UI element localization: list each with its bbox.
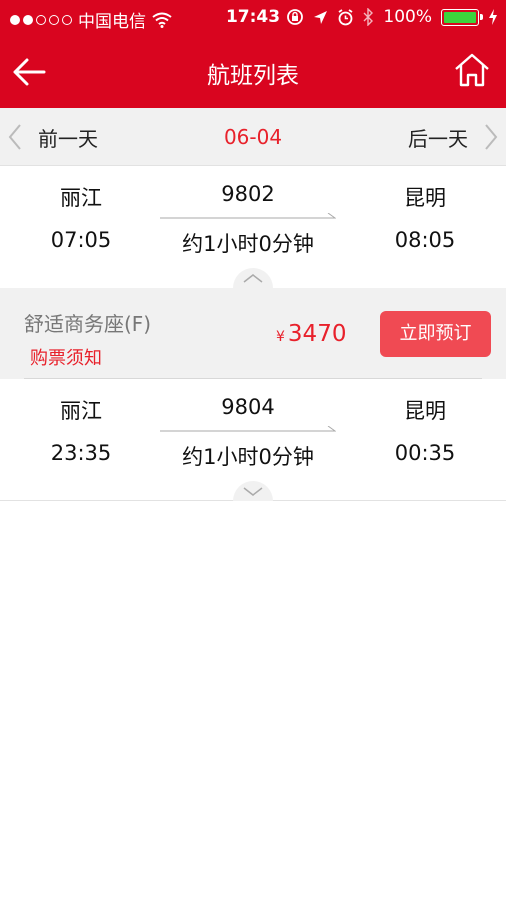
bluetooth-icon <box>363 8 374 26</box>
location-icon <box>314 10 328 24</box>
status-right: 100% <box>286 7 498 27</box>
departure-time: 07:05 <box>50 228 112 252</box>
flight-number: 9802 <box>221 182 275 206</box>
flight-arrow-icon <box>160 213 336 219</box>
ticket-notice-link[interactable]: 购票须知 <box>30 344 102 370</box>
home-button[interactable] <box>454 52 494 90</box>
currency-symbol: ¥ <box>276 329 285 345</box>
alarm-icon <box>338 8 353 25</box>
departure-time: 23:35 <box>50 441 112 465</box>
nav-bar: 航班列表 <box>0 36 506 108</box>
chevron-up-icon <box>243 274 263 283</box>
flight-row[interactable]: 丽江 9802 昆明 07:05 约1小时0分钟 08:05 <box>0 166 506 288</box>
chevron-down-icon <box>243 487 263 496</box>
battery-percent: 100% <box>383 7 432 27</box>
status-bar: 中国电信 17:43 100% <box>0 0 506 36</box>
date-selector: 前一天 06-04 后一天 <box>0 108 506 166</box>
page-title: 航班列表 <box>207 63 299 89</box>
flight-arrow-icon <box>160 426 336 432</box>
flight-duration: 约1小时0分钟 <box>182 445 314 469</box>
next-day-button[interactable]: 后一天 <box>408 108 498 166</box>
next-day-label: 后一天 <box>408 126 468 151</box>
battery-icon <box>441 8 483 26</box>
arrival-city: 昆明 <box>404 186 446 210</box>
flight-row[interactable]: 丽江 9804 昆明 23:35 约1小时0分钟 00:35 <box>0 379 506 501</box>
price-amount: 3470 <box>287 321 347 347</box>
home-icon <box>455 53 489 87</box>
arrival-time: 08:05 <box>394 228 456 252</box>
book-now-button[interactable]: 立即预订 <box>380 311 491 357</box>
seat-class: 舒适商务座(F) <box>24 312 152 336</box>
arrival-time: 00:35 <box>394 441 456 465</box>
fare-panel: 舒适商务座(F) 购票须知 ¥ 3470 立即预订 <box>0 288 506 379</box>
departure-city: 丽江 <box>60 399 102 423</box>
rotation-lock-icon <box>287 9 304 25</box>
arrival-city: 昆明 <box>404 399 446 423</box>
charging-icon <box>489 9 497 25</box>
collapse-toggle[interactable] <box>233 268 273 288</box>
fare-price: ¥ 3470 <box>276 321 346 347</box>
expand-toggle[interactable] <box>233 481 273 501</box>
flight-duration: 约1小时0分钟 <box>182 232 314 256</box>
chevron-right-icon <box>485 124 498 150</box>
departure-city: 丽江 <box>60 186 102 210</box>
app-header: 中国电信 17:43 100% 航班列表 <box>0 0 506 108</box>
flight-number: 9804 <box>221 395 275 419</box>
